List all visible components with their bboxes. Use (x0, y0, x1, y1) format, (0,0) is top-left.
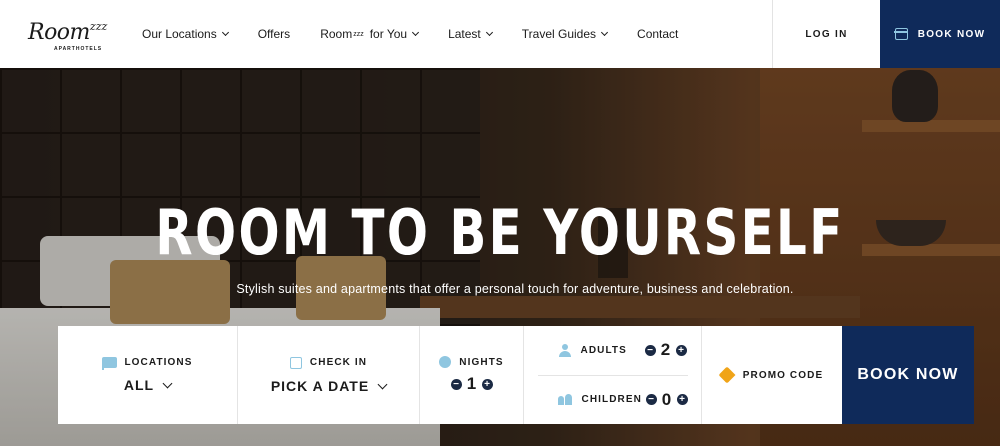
logo-word: Room (28, 19, 90, 45)
adults-stepper: − 2 + (644, 340, 687, 360)
book-now-button[interactable]: BOOK NOW (842, 326, 974, 424)
booking-bar: LOCATIONS ALL CHECK IN PICK A DATE NIGHT… (58, 326, 974, 424)
locations-value: ALL (123, 377, 155, 393)
promo-code-label: PROMO CODE (742, 369, 824, 381)
children-plus-button[interactable]: + (676, 394, 688, 406)
login-button[interactable]: LOG IN (772, 0, 880, 68)
nav-label: Contact (637, 27, 679, 41)
chevron-down-icon (600, 28, 609, 37)
person-icon (558, 343, 571, 357)
calendar-icon (289, 356, 302, 369)
chevron-down-icon (485, 28, 493, 37)
hero-subtitle: Stylish suites and apartments that offer… (236, 282, 794, 296)
promo-code-field[interactable]: PROMO CODE (702, 326, 842, 424)
checkin-date-picker[interactable]: PICK A DATE (270, 377, 388, 394)
chevron-down-icon (412, 28, 420, 37)
adults-plus-button[interactable]: + (675, 344, 687, 356)
nav-our-locations[interactable]: Our Locations (142, 27, 229, 41)
children-label: CHILDREN (581, 394, 642, 406)
nav-label: Travel Guides (521, 27, 597, 41)
nav-contact[interactable]: Contact (637, 27, 678, 41)
nav-label: Room (320, 27, 353, 41)
children-value: 0 (661, 389, 672, 409)
guests-field: ADULTS − 2 + CHILDREN − 0 + (524, 326, 702, 424)
nav-label: Offers (257, 27, 291, 41)
children-minus-button[interactable]: − (645, 394, 657, 406)
locations-select[interactable]: ALL (123, 377, 173, 393)
site-header: Roomzzz APARTHOTELS Our Locations Offers… (0, 0, 1000, 68)
children-stepper: − 0 + (645, 389, 688, 410)
chevron-down-icon (162, 378, 173, 389)
nights-label: NIGHTS (459, 356, 504, 368)
adults-label: ADULTS (580, 344, 627, 356)
nav-offers[interactable]: Offers (258, 27, 290, 41)
adults-value: 2 (660, 340, 671, 360)
logo-sup: zzz (89, 19, 108, 33)
nav-label-suffix: for You (369, 27, 408, 41)
nav-travel-guides[interactable]: Travel Guides (521, 27, 609, 41)
logo-subtitle: APARTHOTELS (54, 45, 103, 52)
nav-sup: zzz (353, 30, 364, 38)
checkin-label: CHECK IN (309, 357, 368, 368)
children-icon (557, 394, 572, 406)
adults-row: ADULTS − 2 + (539, 326, 687, 375)
nights-minus-button[interactable]: − (450, 378, 462, 390)
children-row: CHILDREN − 0 + (537, 374, 688, 425)
adults-minus-button[interactable]: − (644, 344, 656, 356)
checkin-field[interactable]: CHECK IN PICK A DATE (238, 326, 420, 424)
logo[interactable]: Roomzzz APARTHOTELS (0, 0, 120, 68)
nights-plus-button[interactable]: + (481, 378, 493, 390)
checkin-value: PICK A DATE (270, 377, 370, 394)
chevron-down-icon (377, 379, 388, 389)
nights-value: 1 (466, 374, 477, 393)
nights-field: NIGHTS − 1 + (420, 326, 524, 424)
chevron-down-icon (221, 28, 229, 37)
locations-label: LOCATIONS (124, 357, 193, 368)
tag-icon (718, 366, 736, 384)
nav-label: Latest (448, 27, 481, 41)
nav-latest[interactable]: Latest (448, 27, 493, 41)
locations-field[interactable]: LOCATIONS ALL (58, 326, 238, 424)
bed-icon (102, 357, 118, 370)
nights-stepper: − 1 + (450, 374, 493, 394)
main-nav: Our Locations Offers Room zzz for You Lat… (142, 0, 708, 68)
nav-room-for-you[interactable]: Room zzz for You (320, 27, 420, 41)
calendar-icon (894, 28, 909, 40)
hero-title: ROOM TO BE YOURSELF (155, 196, 845, 269)
nav-label: Our Locations (142, 27, 217, 41)
header-book-now-label: BOOK NOW (917, 28, 986, 40)
header-book-now-button[interactable]: BOOK NOW (880, 0, 1000, 68)
moon-icon (439, 356, 452, 368)
